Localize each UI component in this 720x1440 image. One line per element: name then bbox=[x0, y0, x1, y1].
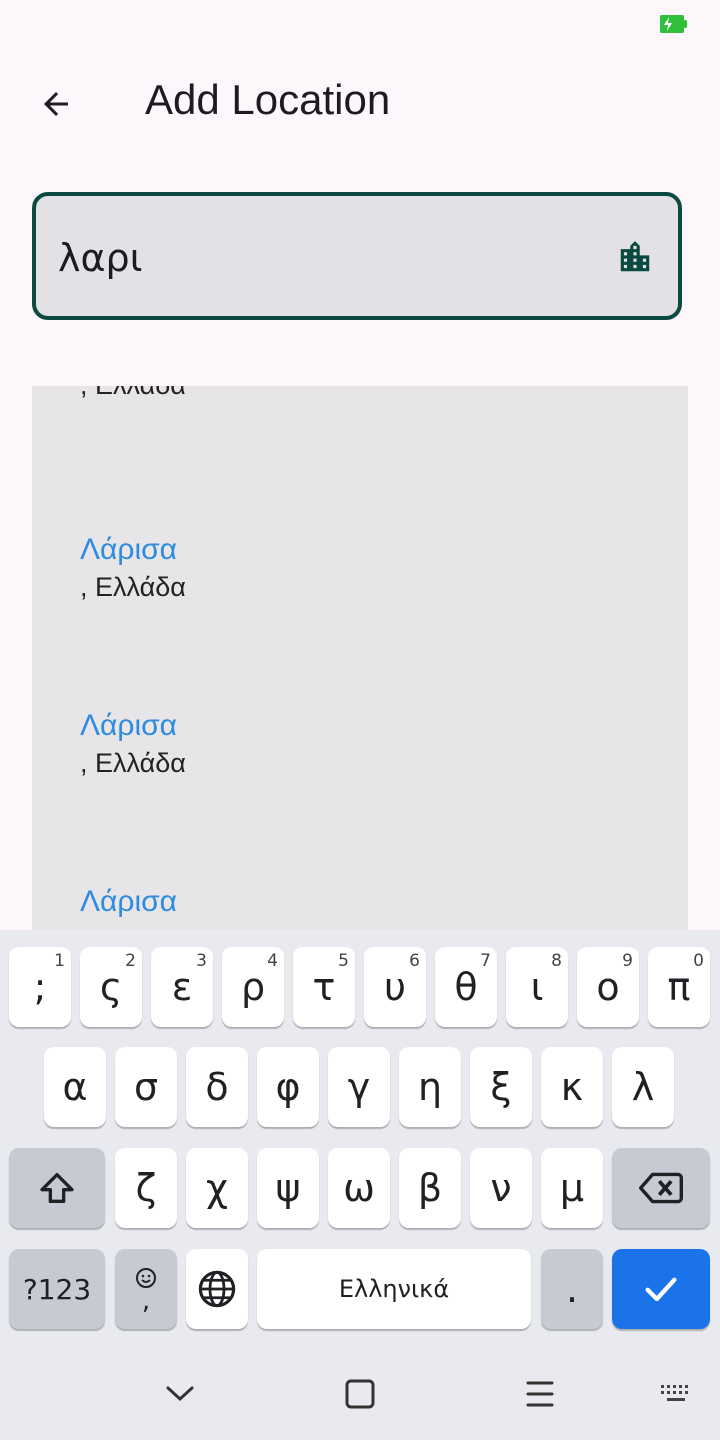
symbols-key[interactable]: ?123 bbox=[9, 1249, 105, 1329]
result-country: , Ελλάδα bbox=[80, 748, 186, 778]
key[interactable]: ν bbox=[470, 1148, 532, 1228]
page-title: Add Location bbox=[145, 76, 391, 123]
key[interactable]: λ bbox=[612, 1047, 674, 1127]
period-key[interactable]: . bbox=[541, 1249, 603, 1329]
key[interactable]: ι8 bbox=[506, 947, 568, 1027]
recents-button[interactable] bbox=[510, 1372, 570, 1416]
key[interactable]: μ bbox=[541, 1148, 603, 1228]
home-button[interactable] bbox=[330, 1372, 390, 1416]
shift-key[interactable] bbox=[9, 1148, 105, 1228]
key[interactable]: κ bbox=[541, 1047, 603, 1127]
key-label: ; bbox=[33, 965, 47, 1009]
battery-icon bbox=[660, 15, 684, 33]
key-label: ι bbox=[530, 965, 544, 1009]
key[interactable]: ξ bbox=[470, 1047, 532, 1127]
key[interactable]: σ bbox=[115, 1047, 177, 1127]
key[interactable]: φ bbox=[257, 1047, 319, 1127]
key-label: π bbox=[667, 965, 691, 1009]
key[interactable]: ς2 bbox=[80, 947, 142, 1027]
key[interactable]: υ6 bbox=[364, 947, 426, 1027]
result-name: Λάρισα bbox=[80, 885, 177, 918]
result-name: Λάρισα bbox=[80, 709, 177, 742]
square-icon bbox=[345, 1379, 375, 1409]
back-button[interactable] bbox=[24, 80, 88, 128]
backspace-key[interactable] bbox=[612, 1148, 710, 1228]
key-hint: 9 bbox=[622, 951, 633, 971]
key-hint: 5 bbox=[338, 951, 349, 971]
key-hint: 3 bbox=[196, 951, 207, 971]
key-label: θ bbox=[454, 965, 478, 1009]
list-item[interactable]: , Ελλάδα bbox=[80, 386, 640, 400]
navigation-bar bbox=[0, 1350, 720, 1440]
backspace-icon bbox=[639, 1172, 683, 1204]
check-icon bbox=[645, 1277, 677, 1302]
key[interactable]: ζ bbox=[115, 1148, 177, 1228]
list-item[interactable]: Λάρισα , Ελλάδα bbox=[80, 708, 640, 778]
key-label: ρ bbox=[240, 965, 266, 1009]
arrow-left-icon bbox=[44, 92, 68, 116]
key-label: ς bbox=[99, 965, 123, 1009]
globe-icon bbox=[198, 1270, 236, 1308]
city-buildings-icon bbox=[616, 238, 654, 280]
key[interactable]: θ7 bbox=[435, 947, 497, 1027]
language-key[interactable] bbox=[186, 1249, 248, 1329]
shift-icon bbox=[40, 1173, 74, 1203]
key-hint: 2 bbox=[125, 951, 136, 971]
key[interactable]: ο9 bbox=[577, 947, 639, 1027]
app-bar: Add Location bbox=[0, 60, 720, 148]
key[interactable]: ε3 bbox=[151, 947, 213, 1027]
menu-lines-icon bbox=[526, 1381, 554, 1407]
key[interactable]: ψ bbox=[257, 1148, 319, 1228]
key[interactable]: δ bbox=[186, 1047, 248, 1127]
comma-label: , bbox=[141, 1286, 151, 1316]
key-label: υ bbox=[384, 965, 406, 1009]
result-country: , Ελλάδα bbox=[80, 386, 640, 400]
keyboard-icon bbox=[661, 1385, 688, 1401]
result-country: , Ελλάδα bbox=[80, 572, 186, 602]
key-hint: 1 bbox=[54, 951, 65, 971]
location-search-field[interactable]: λαρι bbox=[32, 192, 682, 320]
keyboard-switch-button[interactable] bbox=[646, 1372, 706, 1416]
key[interactable]: γ bbox=[328, 1047, 390, 1127]
key-hint: 0 bbox=[693, 951, 704, 971]
key[interactable]: ω bbox=[328, 1148, 390, 1228]
key-hint: 6 bbox=[409, 951, 420, 971]
results-list[interactable]: , Ελλάδα Λάρισα , Ελλάδα Λάρισα , Ελλάδα… bbox=[32, 386, 688, 930]
result-name: Λάρισα bbox=[80, 533, 177, 566]
chevron-down-icon bbox=[166, 1386, 194, 1402]
key-hint: 4 bbox=[267, 951, 278, 971]
key[interactable]: α bbox=[44, 1047, 106, 1127]
key-hint: 7 bbox=[480, 951, 491, 971]
hide-keyboard-button[interactable] bbox=[150, 1372, 210, 1416]
key[interactable]: β bbox=[399, 1148, 461, 1228]
list-item[interactable]: Λάρισα , Ελλάδα bbox=[80, 532, 640, 602]
key[interactable]: τ5 bbox=[293, 947, 355, 1027]
key[interactable]: χ bbox=[186, 1148, 248, 1228]
key[interactable]: η bbox=[399, 1047, 461, 1127]
key-label: ο bbox=[596, 965, 620, 1009]
search-input[interactable]: λαρι bbox=[58, 236, 143, 280]
enter-key[interactable] bbox=[612, 1249, 710, 1329]
key-label: τ bbox=[312, 965, 336, 1009]
key[interactable]: ρ4 bbox=[222, 947, 284, 1027]
key-hint: 8 bbox=[551, 951, 562, 971]
status-bar bbox=[0, 0, 720, 48]
key[interactable]: π0 bbox=[648, 947, 710, 1027]
space-key[interactable]: Ελληνικά bbox=[257, 1249, 531, 1329]
list-item[interactable]: Λάρισα bbox=[80, 884, 640, 924]
key-label: ε bbox=[171, 965, 193, 1009]
battery-tip bbox=[684, 20, 687, 28]
comma-key[interactable]: , bbox=[115, 1249, 177, 1329]
key[interactable]: ; 1 bbox=[9, 947, 71, 1027]
